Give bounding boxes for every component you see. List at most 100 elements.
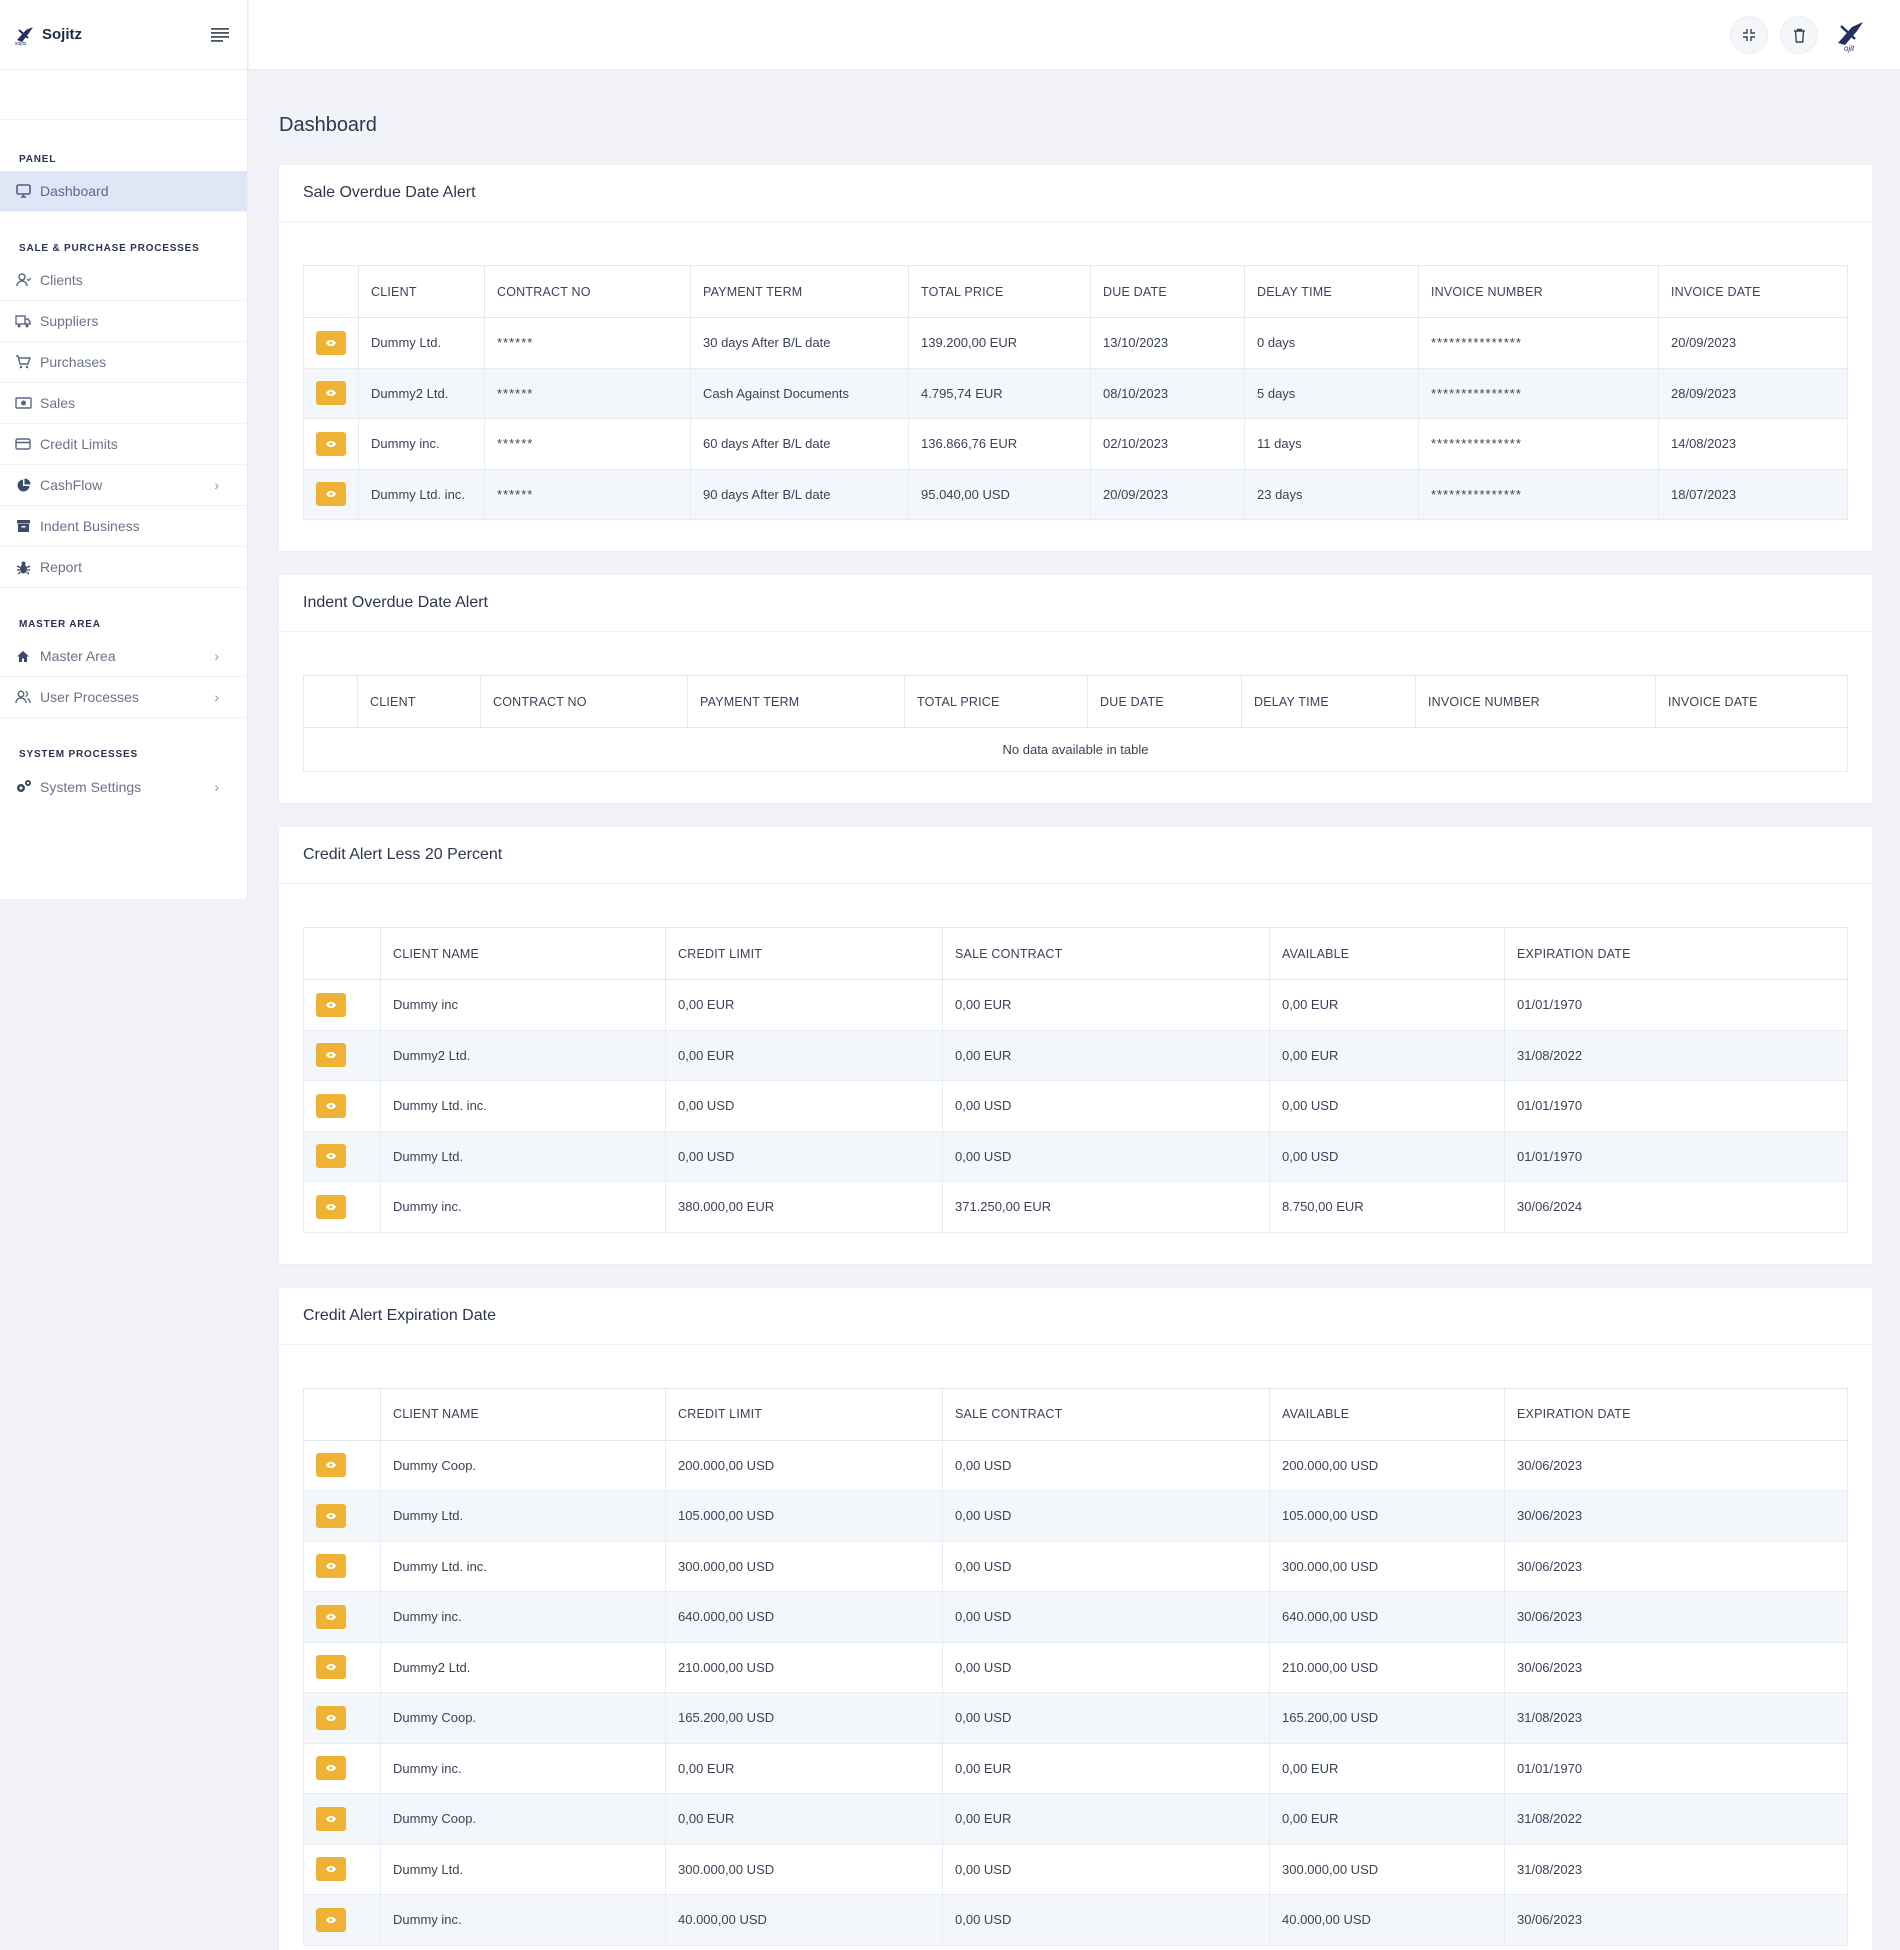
action-column-header xyxy=(303,675,358,728)
table-cell: 380.000,00 EUR xyxy=(665,1181,943,1233)
sidebar-item-purchases[interactable]: Purchases xyxy=(0,342,247,383)
table-cell: 0,00 USD xyxy=(1269,1080,1505,1132)
table-cell: *************** xyxy=(1418,418,1659,470)
column-header[interactable]: INVOICE NUMBER xyxy=(1415,675,1656,728)
brand-logo[interactable]: sojitz Sojitz xyxy=(14,24,82,46)
view-button[interactable] xyxy=(316,1857,346,1882)
view-button[interactable] xyxy=(316,1453,346,1478)
table-row: Dummy2 Ltd. ****** Cash Against Documents 4… xyxy=(303,367,1848,419)
column-header[interactable]: INVOICE DATE xyxy=(1655,675,1848,728)
view-button[interactable] xyxy=(316,1907,346,1932)
sidebar-item-system-settings[interactable]: System Settings › xyxy=(0,766,247,807)
sidebar-item-sales[interactable]: Sales xyxy=(0,383,247,424)
sidebar-item-dashboard[interactable]: Dashboard xyxy=(0,171,247,212)
compress-icon xyxy=(1743,29,1755,41)
table-row: Dummy Ltd. 300.000,00 USD 0,00 USD 300.000,… xyxy=(303,1843,1848,1895)
view-button[interactable] xyxy=(316,1503,346,1528)
table-cell: 0,00 EUR xyxy=(665,1029,943,1081)
column-header[interactable]: CREDIT LIMIT xyxy=(665,927,943,980)
view-button[interactable] xyxy=(316,381,346,406)
column-header[interactable]: DUE DATE xyxy=(1087,675,1242,728)
view-button[interactable] xyxy=(316,1043,346,1068)
card-title: Sale Overdue Date Alert xyxy=(279,165,1872,222)
sidebar-item-user-processes[interactable]: User Processes › xyxy=(0,677,247,718)
column-header[interactable]: PAYMENT TERM xyxy=(690,265,909,318)
table-cell: 0,00 USD xyxy=(942,1080,1270,1132)
exit-fullscreen-button[interactable] xyxy=(1730,16,1768,54)
view-button[interactable] xyxy=(316,1655,346,1680)
column-header[interactable]: TOTAL PRICE xyxy=(904,675,1088,728)
avatar[interactable]: ojit xyxy=(1830,15,1870,55)
table-cell: 165.200,00 USD xyxy=(665,1692,943,1744)
view-button[interactable] xyxy=(316,1604,346,1629)
menu-toggle-icon[interactable] xyxy=(209,24,231,46)
table-cell: 13/10/2023 xyxy=(1090,317,1245,369)
column-header[interactable]: CLIENT xyxy=(357,675,481,728)
view-button[interactable] xyxy=(316,1806,346,1831)
empty-row: No data available in table xyxy=(303,727,1848,772)
table-cell: 300.000,00 USD xyxy=(1269,1843,1505,1895)
eye-icon xyxy=(326,1462,336,1469)
table-cell: 31/08/2022 xyxy=(1504,1793,1848,1845)
column-header[interactable]: DELAY TIME xyxy=(1241,675,1416,728)
column-header[interactable]: TOTAL PRICE xyxy=(908,265,1091,318)
column-header[interactable]: CONTRACT NO xyxy=(480,675,688,728)
table-cell: 0,00 EUR xyxy=(942,1742,1270,1794)
column-header[interactable]: CLIENT NAME xyxy=(380,1387,666,1441)
sidebar-item-suppliers[interactable]: Suppliers xyxy=(0,301,247,342)
table-row: Dummy2 Ltd. 0,00 EUR 0,00 EUR 0,00 EUR 31/08… xyxy=(303,1029,1848,1081)
column-header[interactable]: CLIENT xyxy=(358,265,485,318)
column-header[interactable]: DELAY TIME xyxy=(1244,265,1419,318)
sidebar-item-cashflow[interactable]: CashFlow › xyxy=(0,465,247,506)
view-button[interactable] xyxy=(316,1756,346,1781)
action-cell xyxy=(303,1742,381,1794)
table-cell: 640.000,00 USD xyxy=(665,1591,943,1643)
clear-cache-button[interactable] xyxy=(1780,16,1818,54)
column-header[interactable]: AVAILABLE xyxy=(1269,927,1505,980)
table-cell: 0,00 EUR xyxy=(942,1793,1270,1845)
column-header[interactable]: PAYMENT TERM xyxy=(687,675,905,728)
section-title-master-area: MASTER AREA xyxy=(19,619,101,630)
svg-text:sojitz: sojitz xyxy=(15,41,27,46)
credit-less-20-card: Credit Alert Less 20 Percent CLIENT NAME… xyxy=(279,827,1872,1264)
sidebar-item-label: Master Area xyxy=(40,648,116,664)
view-button[interactable] xyxy=(316,1093,346,1118)
table-cell: Dummy Coop. xyxy=(380,1793,666,1845)
sidebar-item-credit-limits[interactable]: Credit Limits xyxy=(0,424,247,465)
column-header[interactable]: DUE DATE xyxy=(1090,265,1245,318)
table-cell: 300.000,00 USD xyxy=(665,1843,943,1895)
table-cell: 14/08/2023 xyxy=(1658,418,1848,470)
column-header[interactable]: SALE CONTRACT xyxy=(942,927,1270,980)
action-cell xyxy=(303,367,359,419)
column-header[interactable]: CLIENT NAME xyxy=(380,927,666,980)
view-button[interactable] xyxy=(316,1554,346,1579)
eye-icon xyxy=(326,1512,336,1519)
table-cell: Dummy inc. xyxy=(380,1894,666,1946)
view-button[interactable] xyxy=(316,992,346,1017)
view-button[interactable] xyxy=(316,1194,346,1219)
view-button[interactable] xyxy=(316,1705,346,1730)
user-strip xyxy=(0,70,247,120)
column-header[interactable]: EXPIRATION DATE xyxy=(1504,1387,1848,1441)
column-header[interactable]: CREDIT LIMIT xyxy=(665,1387,943,1441)
sidebar-item-clients[interactable]: Clients xyxy=(0,260,247,301)
column-header[interactable]: AVAILABLE xyxy=(1269,1387,1505,1441)
table-cell: 30/06/2023 xyxy=(1504,1894,1848,1946)
table-cell: 0,00 USD xyxy=(1269,1130,1505,1182)
column-header[interactable]: CONTRACT NO xyxy=(484,265,691,318)
view-button[interactable] xyxy=(316,431,346,456)
sidebar-item-report[interactable]: Report xyxy=(0,547,247,588)
table-cell: 30/06/2023 xyxy=(1504,1540,1848,1592)
view-button[interactable] xyxy=(316,1144,346,1169)
table-cell: 0,00 USD xyxy=(942,1692,1270,1744)
view-button[interactable] xyxy=(316,482,346,507)
column-header[interactable]: EXPIRATION DATE xyxy=(1504,927,1848,980)
column-header[interactable]: INVOICE NUMBER xyxy=(1418,265,1659,318)
column-header[interactable]: SALE CONTRACT xyxy=(942,1387,1270,1441)
sidebar-item-indent-business[interactable]: Indent Business xyxy=(0,506,247,547)
sidebar-item-master-area[interactable]: Master Area › xyxy=(0,636,247,677)
view-button[interactable] xyxy=(316,330,346,355)
table-cell: 640.000,00 USD xyxy=(1269,1591,1505,1643)
column-header[interactable]: INVOICE DATE xyxy=(1658,265,1848,318)
table-cell: 105.000,00 USD xyxy=(665,1490,943,1542)
